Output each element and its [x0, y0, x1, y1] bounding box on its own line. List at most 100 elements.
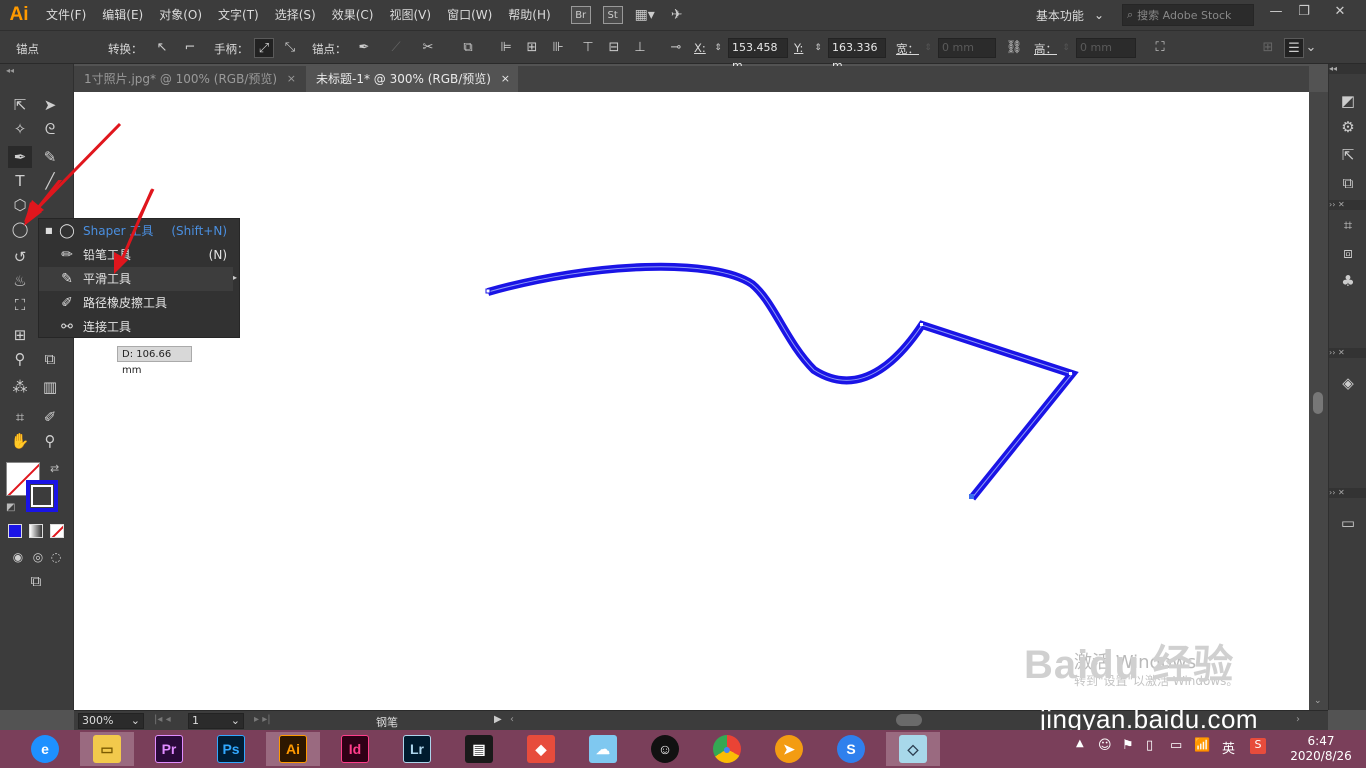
stroke-swatch[interactable] [26, 480, 58, 512]
close-tab-icon[interactable]: × [501, 66, 510, 92]
x-stepper-icon[interactable]: ⇕ [712, 38, 724, 58]
arrange-documents-icon[interactable]: ▦▾ [635, 6, 655, 24]
taskbar-premiere[interactable]: Pr [142, 732, 196, 766]
tab-photo-document[interactable]: 1寸照片.jpg* @ 100% (RGB/预览) × [74, 66, 304, 92]
grid-icon[interactable]: ⊞ [1258, 38, 1278, 58]
restore-button[interactable]: ❐ [1290, 2, 1318, 22]
taskbar-qq[interactable]: ☺ [638, 732, 692, 766]
remove-anchor-icon[interactable]: ✒ [354, 38, 374, 58]
workspace-switcher[interactable]: 基本功能 ⌄ [1036, 4, 1104, 26]
x-field[interactable]: 153.458 m [728, 38, 788, 72]
pathfinder-icon[interactable]: ⧉ [1337, 172, 1359, 194]
zoom-field[interactable]: 300% ⌄ [78, 713, 144, 729]
tearoff-arrow-icon[interactable]: ▸ [233, 273, 237, 282]
chevron-down-icon[interactable]: ⌄ [1304, 38, 1318, 58]
zoom-tool-icon[interactable]: ⚲ [38, 430, 62, 452]
close-window-button[interactable]: ✕ [1326, 2, 1354, 22]
anchor-point[interactable] [485, 288, 491, 294]
none-mode-icon[interactable] [50, 524, 64, 538]
anchor-point[interactable] [1069, 372, 1072, 375]
transform-panel-icon[interactable]: ⌗ [1337, 214, 1359, 236]
reference-point-icon[interactable]: ⊸ [666, 38, 686, 58]
swap-fill-stroke-icon[interactable]: ⇄ [50, 462, 59, 475]
taskbar-media-player[interactable]: ➤ [762, 732, 816, 766]
color-mode-icon[interactable] [8, 524, 22, 538]
panel-group-header[interactable]: ›› ✕ [1329, 348, 1366, 358]
scroll-right-icon[interactable]: › [1296, 714, 1300, 725]
menu-type[interactable]: 文字(T) [210, 0, 267, 30]
vertical-scrollbar[interactable]: ⌄ [1309, 92, 1328, 710]
menu-edit[interactable]: 编辑(E) [94, 0, 151, 30]
artboard-canvas[interactable]: 激活 Windows 转到"设置"以激活 Windows。 Baidu 经验 [74, 92, 1309, 710]
taskbar-chrome[interactable]: ● [700, 732, 754, 766]
minimize-button[interactable]: — [1262, 2, 1290, 22]
taskbar-lightroom[interactable]: Lr [390, 732, 444, 766]
tray-battery-icon[interactable]: ▯ [1146, 738, 1153, 753]
cut-path-icon[interactable]: ✂ [418, 38, 438, 58]
y-stepper-icon[interactable]: ⇕ [812, 38, 824, 58]
bridge-button[interactable]: Br [570, 6, 591, 24]
default-colors-icon[interactable]: ◩ [6, 502, 15, 513]
align-top-icon[interactable]: ⊤ [578, 38, 598, 58]
hide-handles-icon[interactable]: ⤡ [280, 38, 300, 58]
isolate-icon[interactable]: ⧉ [458, 38, 478, 58]
status-menu-arrow-icon[interactable]: ▶ [494, 714, 502, 725]
tray-display-icon[interactable]: ▭ [1170, 738, 1182, 753]
align-hcenter-icon[interactable]: ⊞ [522, 38, 542, 58]
menu-help[interactable]: 帮助(H) [500, 0, 558, 30]
layers-icon[interactable]: ◈ [1337, 372, 1359, 394]
symbols-icon[interactable]: ♣ [1337, 270, 1359, 292]
screen-mode-icon[interactable]: ⧉ [24, 570, 48, 592]
artboard-tool-icon[interactable]: ⌗ [8, 406, 32, 428]
scroll-left-icon[interactable]: ‹ [510, 714, 514, 725]
align-vcenter-icon[interactable]: ⊟ [604, 38, 624, 58]
anchor-point[interactable] [969, 494, 974, 499]
gpu-performance-icon[interactable]: ✈ [667, 6, 687, 24]
tab-untitled-document[interactable]: 未标题-1* @ 300% (RGB/预览) × [306, 66, 518, 92]
taskbar-notes[interactable]: ◇ [886, 732, 940, 766]
align-panel-icon[interactable]: ⧈ [1337, 242, 1359, 264]
menu-effect[interactable]: 效果(C) [324, 0, 382, 30]
tray-flag-icon[interactable]: ⚑ [1122, 738, 1134, 753]
hand-tool-icon[interactable]: ✋ [8, 430, 32, 452]
transform-icon[interactable]: ⛶ [1150, 38, 1170, 58]
symbol-sprayer-tool-icon[interactable]: ⁂ [8, 376, 32, 398]
align-right-icon[interactable]: ⊪ [548, 38, 568, 58]
align-left-icon[interactable]: ⊫ [496, 38, 516, 58]
gradient-panel-icon[interactable]: ▭ [1337, 512, 1359, 534]
first-artboard-icon[interactable]: |◂ ◂ [154, 714, 171, 725]
horizontal-scroll-thumb[interactable] [896, 714, 922, 726]
tray-ime-label[interactable]: 英 [1222, 738, 1235, 757]
draw-inside-icon[interactable]: ◌ [44, 546, 68, 568]
drawn-path[interactable] [486, 262, 1079, 501]
width-field[interactable]: 0 mm [938, 38, 996, 58]
taskbar-photoshop[interactable]: Ps [204, 732, 258, 766]
taskbar-sogou[interactable]: S [824, 732, 878, 766]
flyout-item-join[interactable]: ⚯ 连接工具 [39, 315, 233, 339]
tray-qq-icon[interactable]: ☺ [1098, 738, 1112, 753]
convert-smooth-icon[interactable]: ⌐ [180, 38, 200, 58]
taskbar-indesign[interactable]: Id [328, 732, 382, 766]
panel-group-header[interactable]: ›› ✕ [1329, 488, 1366, 498]
taskbar-video-editor[interactable]: ▤ [452, 732, 506, 766]
constrain-link-icon[interactable]: ⛓ [1004, 38, 1024, 58]
panel-grip[interactable]: ◂◂ [1329, 64, 1366, 74]
taskbar-clock[interactable]: 6:47 2020/8/26 [1290, 734, 1352, 764]
stock-button[interactable]: St [602, 6, 623, 24]
taskbar-illustrator[interactable]: Ai [266, 732, 320, 766]
close-tab-icon[interactable]: × [287, 66, 296, 92]
slice-tool-icon[interactable]: ✐ [38, 406, 62, 428]
taskbar-edge[interactable]: e [18, 732, 72, 766]
taskbar-winrar[interactable]: ◆ [514, 732, 568, 766]
panel-group-header[interactable]: ›› ✕ [1329, 200, 1366, 210]
y-field[interactable]: 163.336 m [828, 38, 886, 72]
search-stock-input[interactable]: ⌕ 搜索 Adobe Stock [1122, 4, 1254, 26]
blend-tool-icon[interactable]: ⧉ [38, 348, 62, 370]
taskbar-explorer[interactable]: ▭ [80, 732, 134, 766]
tray-overflow-icon[interactable]: ▲ [1076, 738, 1084, 749]
graph-tool-icon[interactable]: ▥ [38, 376, 62, 398]
align-bottom-icon[interactable]: ⊥ [630, 38, 650, 58]
menu-select[interactable]: 选择(S) [267, 0, 324, 30]
mesh-tool-icon[interactable]: ⊞ [8, 324, 32, 346]
export-icon[interactable]: ⇱ [1337, 144, 1359, 166]
